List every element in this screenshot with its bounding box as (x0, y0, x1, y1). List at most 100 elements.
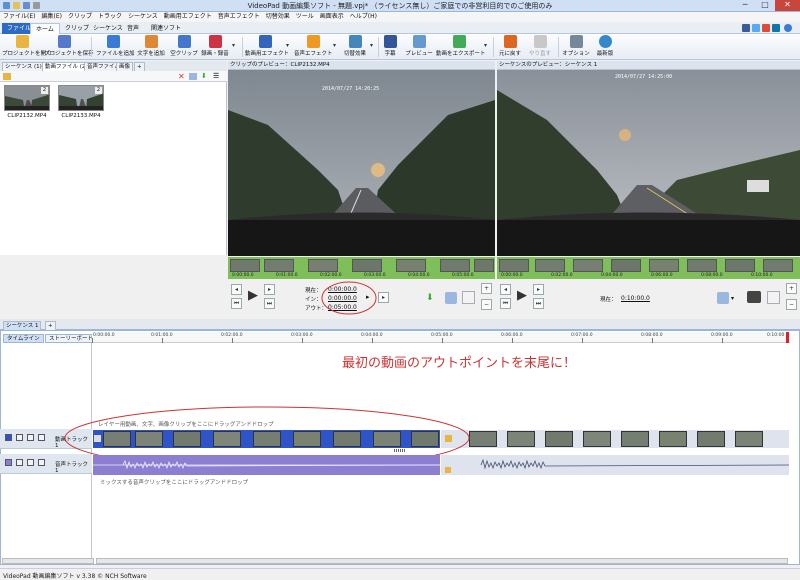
seq-split-icon[interactable] (717, 292, 729, 304)
add-to-timeline-icon[interactable] (189, 73, 197, 80)
tab-related-software[interactable]: 関連ソフト (146, 23, 186, 34)
transitions-button[interactable]: 切替効果 (341, 35, 369, 57)
audio-transition-icon[interactable] (445, 467, 451, 473)
track-fx-icon[interactable] (38, 434, 45, 441)
track-mute-icon[interactable] (27, 459, 34, 466)
menu-view[interactable]: 画面表示 (317, 12, 347, 22)
track-resize-grip[interactable] (394, 449, 406, 452)
close-button[interactable]: ✕ (775, 0, 800, 11)
clip-preview-video[interactable]: 2014/07/27 14:20:25 (228, 70, 495, 256)
record-button[interactable]: 録画・録音 (200, 35, 230, 57)
menu-tools[interactable]: ツール (293, 12, 317, 22)
audio-clip-1[interactable] (93, 455, 440, 475)
snapshot-icon[interactable] (462, 291, 475, 304)
track-audio-lock-icon[interactable] (16, 459, 23, 466)
seq-step-back-button[interactable]: ◂ (500, 284, 511, 295)
tab-home[interactable]: ホーム (30, 23, 60, 34)
tab-storyboard[interactable]: ストーリーボード (45, 334, 98, 343)
twitter-icon[interactable] (752, 24, 760, 32)
menu-sequence[interactable]: シーケンス (125, 12, 161, 22)
move-down-icon[interactable]: ⬇ (201, 72, 207, 80)
media-bin-area: 2 CLIP2132.MP4 2 CLIP2133.MP4 (0, 82, 227, 255)
clip-filmstrip[interactable]: 0:00:00.0 0:01:00.0 0:02:00.0 0:03:00.0 … (228, 257, 495, 279)
step-forward-button[interactable]: ▸ (264, 284, 275, 295)
google-plus-icon[interactable] (762, 24, 770, 32)
tab-sequence-1[interactable]: シーケンス 1 (3, 321, 42, 330)
set-marker-button[interactable]: ▸ (378, 292, 389, 303)
track-lock-icon[interactable] (16, 434, 23, 441)
add-sequence-button[interactable]: + (45, 321, 56, 330)
folder-up-icon[interactable] (3, 73, 11, 80)
record-dropdown-icon[interactable]: ▾ (232, 42, 235, 49)
transitions-dropdown-icon[interactable]: ▾ (370, 42, 373, 49)
tab-timeline[interactable]: タイムライン (3, 334, 44, 343)
seq-zoom-in-icon[interactable]: + (786, 283, 797, 294)
list-view-icon[interactable]: ☰ (213, 72, 219, 80)
audio-clip-2[interactable] (441, 455, 789, 475)
open-project-button[interactable]: プロジェクトを開く (2, 35, 52, 57)
video-effects-button[interactable]: 動画用エフェクト (245, 35, 289, 57)
seq-current-time-value[interactable]: 0:10:00.0 (621, 295, 650, 302)
menu-track[interactable]: トラック (95, 12, 125, 22)
tab-audio[interactable]: 音声 (122, 23, 144, 34)
video-clip-2[interactable] (441, 430, 789, 448)
linkedin-icon[interactable] (772, 24, 780, 32)
export-video-button[interactable]: 動画をエクスポート (436, 35, 485, 57)
camera-icon[interactable] (747, 291, 761, 303)
seq-split-dropdown-icon[interactable]: ▾ (731, 295, 734, 302)
timeline-zoom-slider[interactable] (2, 558, 94, 564)
menu-help[interactable]: ヘルプ(H) (347, 12, 380, 22)
tab-sequences[interactable]: シーケンス (1) (2, 62, 45, 71)
seq-zoom-out-icon[interactable]: − (786, 299, 797, 310)
go-end-button[interactable]: ⏭ (264, 298, 275, 309)
options-button[interactable]: オプション (562, 35, 590, 57)
go-start-button[interactable]: ⏮ (231, 298, 242, 309)
seq-snapshot-icon[interactable] (767, 291, 780, 304)
timeline-horizontal-scrollbar[interactable] (96, 558, 788, 564)
preview-button[interactable]: プレビュー (404, 35, 434, 57)
menu-clip[interactable]: クリップ (65, 12, 95, 22)
menu-audio-effects[interactable]: 音声エフェクト (215, 12, 263, 22)
zoom-out-icon[interactable]: − (481, 299, 492, 310)
menu-edit[interactable]: 編集(E) (38, 12, 64, 22)
redo-button[interactable]: やり直す (527, 35, 553, 57)
playhead-marker[interactable] (786, 332, 789, 343)
timeline-ruler[interactable]: 0:00:00.0 0:01:00.0 0:02:00.0 0:03:00.0 … (92, 332, 790, 343)
step-back-button[interactable]: ◂ (231, 284, 242, 295)
seq-go-end-button[interactable]: ⏭ (533, 298, 544, 309)
add-text-button[interactable]: 文字を追加 (135, 35, 167, 57)
split-icon[interactable] (445, 292, 457, 304)
zoom-in-icon[interactable]: + (481, 283, 492, 294)
clip-item[interactable]: 2 CLIP2133.MP4 (58, 85, 104, 119)
minimize-button[interactable]: ─ (735, 0, 755, 11)
add-bin-tab-button[interactable]: + (134, 62, 145, 71)
sequence-play-button[interactable]: ▶ (514, 288, 530, 304)
tab-images[interactable]: 画像 (116, 62, 134, 71)
maximize-button[interactable]: □ (755, 0, 775, 11)
export-dropdown-icon[interactable]: ▾ (484, 42, 487, 49)
add-file-button[interactable]: ファイルを追加 (96, 35, 135, 57)
blank-clip-button[interactable]: 空クリップ (170, 35, 198, 57)
sequence-filmstrip[interactable]: 0:00:00.0 0:02:00.0 0:04:00.0 0:06:00.0 … (497, 257, 800, 279)
menu-video-effects[interactable]: 動画用エフェクト (161, 12, 215, 22)
audio-effects-dropdown-icon[interactable]: ▾ (333, 42, 336, 49)
track-eye-icon[interactable] (27, 434, 34, 441)
clip-play-button[interactable]: ▶ (245, 288, 261, 304)
delete-icon[interactable]: ✕ (178, 72, 185, 81)
update-button[interactable]: 最新版 (594, 35, 616, 57)
facebook-icon[interactable] (742, 24, 750, 32)
seq-step-forward-button[interactable]: ▸ (533, 284, 544, 295)
subtitles-button[interactable]: 字幕 (381, 35, 399, 57)
undo-button[interactable]: 元に戻す (497, 35, 523, 57)
place-on-sequence-icon[interactable]: ⬇ (426, 293, 434, 303)
save-project-button[interactable]: プロジェクトを保存 (44, 35, 94, 57)
menu-transitions[interactable]: 切替効果 (263, 12, 293, 22)
seq-go-start-button[interactable]: ⏮ (500, 298, 511, 309)
video-effects-dropdown-icon[interactable]: ▾ (286, 42, 289, 49)
menu-file[interactable]: ファイル(E) (0, 12, 38, 22)
clip-item[interactable]: 2 CLIP2132.MP4 (4, 85, 50, 119)
track-audio-fx-icon[interactable] (38, 459, 45, 466)
sequence-preview-video[interactable]: 2014/07/27 14:25:00 (497, 70, 800, 256)
audio-effects-button[interactable]: 音声エフェクト (294, 35, 333, 57)
help-icon[interactable] (784, 24, 792, 32)
